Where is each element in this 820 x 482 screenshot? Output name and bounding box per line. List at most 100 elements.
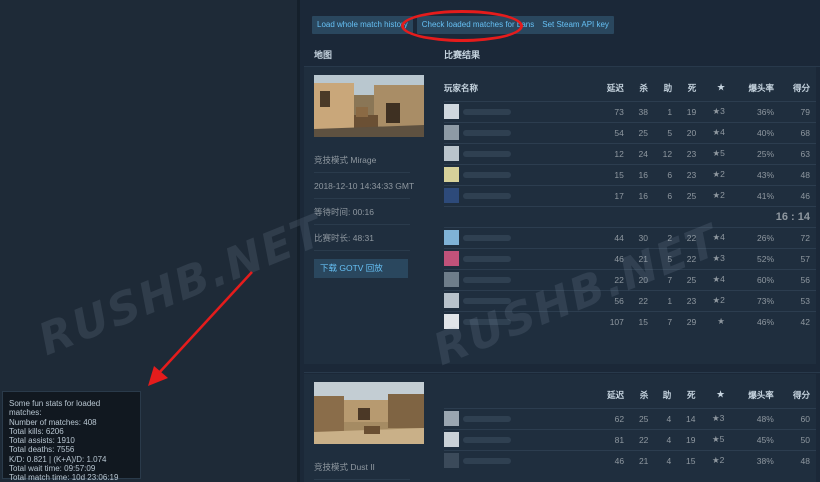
player-row: 62 25 4 14 ★3 48% 60 xyxy=(444,407,816,429)
deaths-cell: 22 xyxy=(678,247,703,269)
player-cell[interactable] xyxy=(444,289,594,311)
player-name-blurred[interactable] xyxy=(463,318,511,325)
headshot-header: 爆头率 xyxy=(748,82,775,93)
player-avatar[interactable] xyxy=(444,453,459,469)
player-avatar[interactable] xyxy=(444,411,459,426)
player-avatar[interactable] xyxy=(444,104,459,119)
assists-cell: 4 xyxy=(654,407,678,429)
player-name-blurred[interactable] xyxy=(463,129,511,136)
download-gotv-button[interactable]: 下载 GOTV 回放 xyxy=(314,259,408,278)
player-cell[interactable] xyxy=(444,407,594,429)
player-row: 15 16 6 23 ★2 43% 48 xyxy=(444,163,816,185)
player-cell[interactable] xyxy=(444,449,594,471)
player-name-blurred[interactable] xyxy=(463,150,511,157)
kills-cell: 20 xyxy=(629,268,655,290)
assists-header: 助 xyxy=(662,389,672,400)
headshot-cell: 41% xyxy=(730,184,781,206)
player-avatar[interactable] xyxy=(444,314,459,330)
player-name-blurred[interactable] xyxy=(463,108,511,115)
map-thumbnail-mirage xyxy=(314,75,424,137)
mvp-cell: ★2 xyxy=(701,449,731,471)
kills-cell: 22 xyxy=(629,289,655,311)
headshot-cell: 52% xyxy=(730,247,781,269)
match-info: 竞技模式 Mirage 2018-12-10 14:34:33 GMT 等待时间… xyxy=(314,75,424,278)
kills-cell: 21 xyxy=(630,449,655,471)
assists-cell: 4 xyxy=(654,449,678,471)
player-cell[interactable] xyxy=(444,268,594,290)
ping-header: 延迟 xyxy=(606,82,624,93)
player-name-blurred[interactable] xyxy=(463,457,511,464)
kills-cell: 21 xyxy=(629,247,655,269)
main-content: Load whole match history Check loaded ma… xyxy=(300,0,820,482)
player-cell[interactable] xyxy=(444,247,594,269)
player-cell[interactable] xyxy=(444,310,594,332)
player-cell[interactable] xyxy=(444,142,594,164)
headshot-cell: 25% xyxy=(730,142,781,164)
kills-cell: 25 xyxy=(629,121,655,143)
assists-cell: 6 xyxy=(654,184,679,206)
player-avatar[interactable] xyxy=(444,293,459,308)
player-cell[interactable] xyxy=(444,100,594,122)
player-row: 12 24 12 23 ★5 25% 63 xyxy=(444,142,816,164)
player-avatar[interactable] xyxy=(444,251,459,266)
player-name-blurred[interactable] xyxy=(463,436,511,443)
ping-cell: 22 xyxy=(594,268,630,290)
deaths-cell: 23 xyxy=(678,163,703,185)
stats-match-time: Total match time: 10d 23:06:19 xyxy=(9,473,119,482)
player-avatar[interactable] xyxy=(444,188,459,203)
assists-cell: 12 xyxy=(654,142,679,164)
match-info: 竞技模式 Dust II xyxy=(314,382,424,480)
player-name-blurred[interactable] xyxy=(463,171,511,178)
ping-cell: 17 xyxy=(594,184,630,206)
score-cell: 72 xyxy=(780,226,816,248)
player-avatar[interactable] xyxy=(444,167,459,182)
kills-cell: 30 xyxy=(629,226,655,248)
headshot-cell: 38% xyxy=(730,449,780,471)
player-name-blurred[interactable] xyxy=(463,255,511,262)
red-arrow-annotation xyxy=(148,271,253,386)
player-avatar[interactable] xyxy=(444,146,459,161)
player-name-blurred[interactable] xyxy=(463,297,511,304)
kills-header: 杀 xyxy=(639,389,649,400)
player-header xyxy=(444,382,594,408)
player-cell[interactable] xyxy=(444,121,594,143)
deaths-cell: 29 xyxy=(678,310,703,332)
headshot-header: 爆头率 xyxy=(748,389,774,400)
player-avatar[interactable] xyxy=(444,272,459,287)
stats-deaths: Total deaths: 7556 xyxy=(9,445,75,455)
kills-cell: 16 xyxy=(629,163,655,185)
stats-matches: Number of matches: 408 xyxy=(9,417,97,427)
deaths-cell: 14 xyxy=(677,407,702,429)
player-name-blurred[interactable] xyxy=(463,276,511,283)
player-avatar[interactable] xyxy=(444,125,459,140)
player-avatar[interactable] xyxy=(444,432,459,447)
ping-cell: 107 xyxy=(594,310,630,332)
set-api-key-button[interactable]: Set Steam API key xyxy=(537,16,614,34)
player-name-blurred[interactable] xyxy=(463,415,511,422)
load-history-button[interactable]: Load whole match history xyxy=(312,16,413,34)
result-column-header: 比赛结果 xyxy=(444,50,481,60)
headshot-cell: 45% xyxy=(730,428,780,450)
player-row: 46 21 5 22 ★3 52% 57 xyxy=(444,247,816,269)
deaths-cell: 19 xyxy=(677,428,702,450)
assists-cell: 7 xyxy=(654,310,679,332)
player-cell[interactable] xyxy=(444,428,594,450)
player-name-blurred[interactable] xyxy=(463,234,511,241)
kills-cell: 38 xyxy=(629,100,655,122)
ping-cell: 73 xyxy=(594,100,630,122)
player-cell[interactable] xyxy=(444,184,594,206)
deaths-cell: 25 xyxy=(678,184,703,206)
score-cell: 53 xyxy=(780,289,816,311)
player-name-blurred[interactable] xyxy=(463,192,511,199)
player-cell[interactable] xyxy=(444,163,594,185)
player-row: 73 38 1 19 ★3 36% 79 xyxy=(444,100,816,122)
player-row: 22 20 7 25 ★4 60% 56 xyxy=(444,268,816,290)
scoreboard-header: 延迟 杀 助 死 ★ 爆头率 得分 xyxy=(444,382,816,408)
headshot-cell: 40% xyxy=(730,121,781,143)
player-row: 17 16 6 25 ★2 41% 46 xyxy=(444,184,816,206)
player-cell[interactable] xyxy=(444,226,594,248)
score-cell: 50 xyxy=(779,428,816,450)
player-header: 玩家名称 xyxy=(444,82,479,93)
player-avatar[interactable] xyxy=(444,230,459,245)
score-header: 得分 xyxy=(792,389,810,400)
